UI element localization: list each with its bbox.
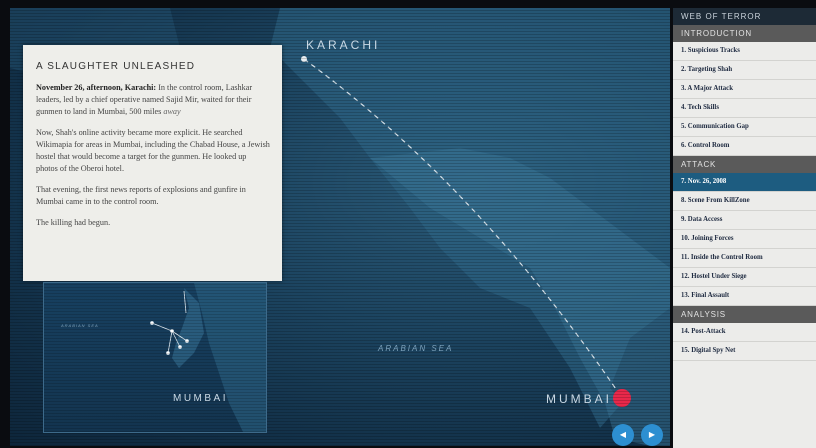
inset-map: ARABIAN SEA MUMBAI xyxy=(43,282,267,433)
chapter-sidebar: WEB OF TERROR INTRODUCTION 1. Suspicious… xyxy=(673,8,816,448)
section-header-attack: ATTACK xyxy=(673,156,816,173)
app-frame: KARACHI MUMBAI ARABIAN SEA A SLAUGHTER U… xyxy=(0,0,816,448)
chapter-item[interactable]: 12. Hostel Under Siege xyxy=(673,268,816,287)
inset-mumbai-label: MUMBAI xyxy=(173,393,228,404)
inset-sea-label: ARABIAN SEA xyxy=(61,323,99,328)
sidebar-title: WEB OF TERROR xyxy=(673,8,816,25)
chapter-item[interactable]: 4. Tech Skills xyxy=(673,99,816,118)
mumbai-marker xyxy=(613,389,631,407)
story-p1-tail: away xyxy=(163,107,181,116)
next-button[interactable]: ▶ xyxy=(641,424,663,446)
chapter-item-active[interactable]: 7. Nov. 26, 2008 xyxy=(673,173,816,192)
chapter-item[interactable]: 13. Final Assault xyxy=(673,287,816,306)
mumbai-label: MUMBAI xyxy=(546,392,612,406)
chapter-item[interactable]: 14. Post-Attack xyxy=(673,323,816,342)
story-card: A SLAUGHTER UNLEASHED November 26, after… xyxy=(23,45,282,281)
chapter-item[interactable]: 6. Control Room xyxy=(673,137,816,156)
story-paragraph-2: Now, Shah's online activity became more … xyxy=(36,128,270,173)
chapter-item[interactable]: 11. Inside the Control Room xyxy=(673,249,816,268)
chevron-right-icon: ▶ xyxy=(648,430,656,439)
chapter-item[interactable]: 15. Digital Spy Net xyxy=(673,342,816,361)
section-header-analysis: ANALYSIS xyxy=(673,306,816,323)
chevron-left-icon: ◀ xyxy=(619,430,627,439)
karachi-marker xyxy=(301,56,307,62)
prev-button[interactable]: ◀ xyxy=(612,424,634,446)
story-lead: November 26, afternoon, Karachi: xyxy=(36,83,157,92)
karachi-label: KARACHI xyxy=(306,38,381,52)
arabian-sea-label: ARABIAN SEA xyxy=(378,344,454,353)
chapter-item[interactable]: 1. Suspicious Tracks xyxy=(673,42,816,61)
story-paragraph-4: The killing had begun. xyxy=(36,218,111,227)
chapter-item[interactable]: 8. Scene From KillZone xyxy=(673,192,816,211)
chapter-item[interactable]: 2. Targeting Shah xyxy=(673,61,816,80)
chapter-item[interactable]: 9. Data Access xyxy=(673,211,816,230)
section-header-introduction: INTRODUCTION xyxy=(673,25,816,42)
story-paragraph-1: November 26, afternoon, Karachi: In the … xyxy=(36,82,270,118)
chapter-item[interactable]: 5. Communication Gap xyxy=(673,118,816,137)
story-title: A SLAUGHTER UNLEASHED xyxy=(36,61,196,72)
chapter-item[interactable]: 3. A Major Attack xyxy=(673,80,816,99)
chapter-item[interactable]: 10. Joining Forces xyxy=(673,230,816,249)
story-paragraph-3: That evening, the first news reports of … xyxy=(36,185,246,206)
